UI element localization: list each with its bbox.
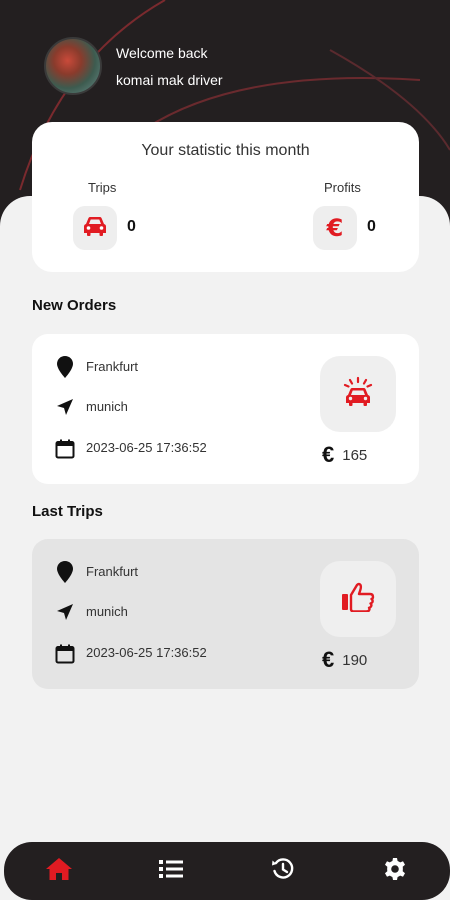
- list-icon: [159, 859, 183, 884]
- trips-icon-box: [73, 206, 117, 250]
- euro-symbol: €: [322, 647, 335, 672]
- calendar-icon: [54, 438, 76, 460]
- nav-list[interactable]: [156, 856, 186, 886]
- trip-rating-button[interactable]: [320, 561, 396, 637]
- trip-price-value: 190: [342, 651, 368, 669]
- last-trip-card[interactable]: Frankfurt munich 2023-06-25 17:36:52 € 1…: [32, 539, 419, 689]
- accept-order-button[interactable]: [320, 356, 396, 432]
- calendar-icon: [54, 643, 76, 665]
- nav-settings[interactable]: [380, 856, 410, 886]
- statistics-card: Your statistic this month Trips Profits …: [32, 122, 419, 272]
- history-icon: [271, 857, 295, 886]
- trips-label: Trips: [88, 180, 117, 195]
- order-datetime: 2023-06-25 17:36:52: [86, 440, 207, 455]
- order-price: € 165: [322, 442, 367, 468]
- avatar[interactable]: [44, 37, 102, 95]
- order-from: Frankfurt: [86, 359, 139, 374]
- trip-price: € 190: [322, 647, 367, 673]
- new-orders-title: New Orders: [32, 297, 117, 314]
- location-pin-icon: [54, 356, 76, 378]
- profits-icon-box: €: [313, 206, 357, 250]
- trip-datetime: 2023-06-25 17:36:52: [86, 645, 207, 660]
- nav-history[interactable]: [268, 856, 298, 886]
- welcome-text: Welcome back: [116, 45, 208, 61]
- location-pin-icon: [54, 561, 76, 583]
- bottom-navigation: [4, 842, 450, 900]
- statistics-title: Your statistic this month: [141, 142, 310, 159]
- trip-from: Frankfurt: [86, 564, 139, 579]
- order-to: munich: [86, 399, 128, 414]
- trip-to: munich: [86, 604, 128, 619]
- settings-icon: [383, 857, 407, 886]
- profits-label: Profits: [324, 180, 361, 195]
- euro-icon: €: [326, 214, 344, 242]
- taxi-alert-icon: [342, 376, 374, 413]
- driver-name: komai mak driver: [116, 72, 223, 88]
- trips-value: 0: [127, 218, 136, 235]
- last-trips-title: Last Trips: [32, 503, 103, 520]
- navigation-arrow-icon: [54, 601, 76, 623]
- navigation-arrow-icon: [54, 396, 76, 418]
- euro-symbol: €: [322, 442, 335, 467]
- new-order-card[interactable]: Frankfurt munich 2023-06-25 17:36:52 € 1…: [32, 334, 419, 484]
- nav-home[interactable]: [44, 856, 74, 886]
- profits-value: 0: [367, 218, 376, 235]
- thumbs-up-icon: [341, 582, 375, 617]
- car-icon: [82, 215, 108, 242]
- order-price-value: 165: [342, 446, 368, 464]
- home-icon: [45, 857, 73, 886]
